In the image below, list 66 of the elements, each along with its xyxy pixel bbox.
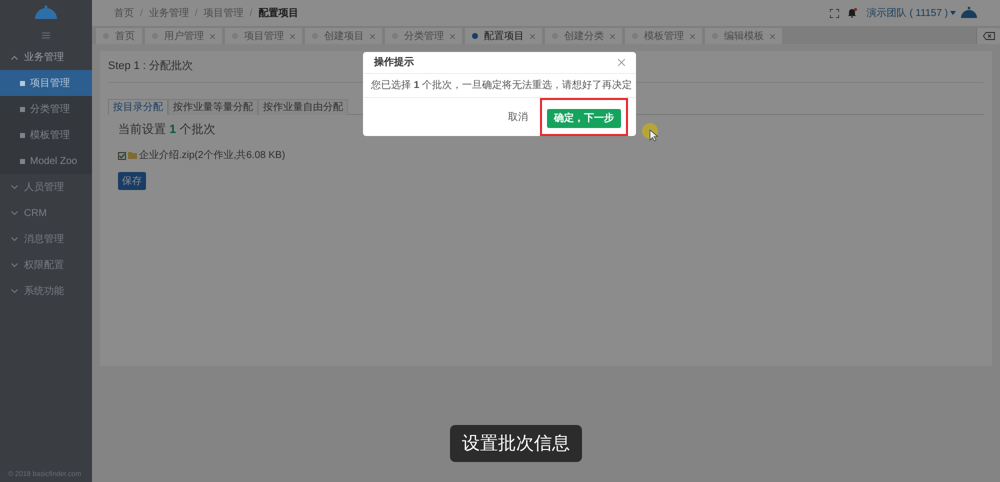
breadcrumb-separator: / — [140, 6, 143, 20]
chevron-down-icon — [11, 184, 18, 190]
close-icon[interactable] — [530, 34, 535, 38]
tab[interactable]: 模板管理 — [625, 28, 702, 44]
breadcrumb-link[interactable]: 业务管理 — [148, 6, 189, 20]
bullet-icon — [20, 106, 25, 112]
tab[interactable]: 编辑模板 — [705, 28, 782, 44]
sub-tab[interactable]: 按作业量等量分配 — [168, 99, 258, 115]
bullet-icon — [20, 80, 25, 86]
tab[interactable]: 首页 — [96, 28, 142, 44]
chevron-down-icon — [11, 262, 18, 268]
tab[interactable]: 用户管理 — [145, 28, 222, 44]
cursor-icon — [641, 122, 659, 142]
breadcrumb-link[interactable]: 配置项目 — [258, 6, 298, 20]
sidebar-item[interactable]: 分类管理 — [0, 96, 92, 122]
user-menu[interactable]: 演示团队 ( 11157 ) — [866, 6, 948, 20]
bell-icon[interactable] — [846, 8, 857, 18]
sub-tab[interactable]: 按作业量自由分配 — [258, 99, 348, 115]
close-icon[interactable] — [610, 34, 615, 38]
checkbox[interactable] — [118, 152, 126, 160]
close-icon[interactable] — [210, 34, 215, 38]
video-caption: 设置批次信息 — [450, 425, 582, 462]
current-setting-text: 当前设置 1 个批次 — [118, 121, 216, 138]
close-icon[interactable] — [770, 34, 775, 38]
breadcrumb-separator: / — [250, 6, 252, 20]
tab[interactable]: 创建项目 — [305, 28, 382, 44]
bullet-icon — [20, 158, 25, 164]
close-icon[interactable] — [290, 34, 295, 38]
sidebar-item[interactable]: 模板管理 — [0, 122, 92, 148]
sidebar-item[interactable]: Model Zoo — [0, 148, 92, 174]
sidebar-group[interactable]: CRM — [24, 206, 47, 220]
sidebar-group[interactable]: 系统功能 — [24, 284, 64, 298]
close-icon[interactable] — [370, 34, 375, 38]
folder-icon — [128, 152, 137, 159]
sidebar-group[interactable]: 人员管理 — [24, 180, 64, 194]
caret-icon[interactable] — [950, 11, 956, 15]
close-icon[interactable] — [618, 58, 625, 66]
tab[interactable]: 项目管理 — [225, 28, 302, 44]
chevron-down-icon — [11, 210, 18, 216]
close-icon[interactable] — [690, 34, 695, 38]
breadcrumb-link[interactable]: 项目管理 — [204, 6, 244, 20]
breadcrumb-link[interactable]: 首页 — [114, 6, 134, 20]
chevron-up-icon — [11, 54, 18, 60]
avatar-icon[interactable] — [960, 6, 978, 20]
save-button[interactable]: 保存 — [118, 172, 146, 190]
cancel-button[interactable]: 取消 — [504, 110, 532, 124]
breadcrumb-separator: / — [194, 6, 198, 20]
logo-icon — [33, 5, 59, 21]
fullscreen-icon[interactable] — [830, 8, 839, 18]
chevron-down-icon — [11, 236, 18, 242]
chevron-down-icon — [11, 288, 18, 294]
file-label: 企业介绍.zip(2个作业,共6.08 KB) — [139, 148, 286, 163]
close-icon[interactable] — [450, 34, 455, 38]
tab[interactable]: 创建分类 — [545, 28, 622, 44]
confirm-button[interactable]: 确定，下一步 — [547, 109, 621, 128]
sidebar-item[interactable]: 项目管理 — [0, 70, 92, 96]
close-all-icon[interactable] — [982, 32, 994, 40]
sidebar-group[interactable]: 权限配置 — [24, 258, 64, 272]
tab[interactable]: 分类管理 — [385, 28, 462, 44]
bullet-icon — [20, 132, 25, 138]
sidebar-group[interactable]: 消息管理 — [24, 232, 64, 246]
tab[interactable]: 配置项目 — [465, 28, 542, 44]
menu-icon[interactable] — [42, 32, 50, 38]
dialog-title: 操作提示 — [374, 56, 414, 70]
sub-tab[interactable]: 按目录分配 — [108, 99, 168, 115]
sidebar-group[interactable]: 业务管理 — [24, 50, 64, 64]
